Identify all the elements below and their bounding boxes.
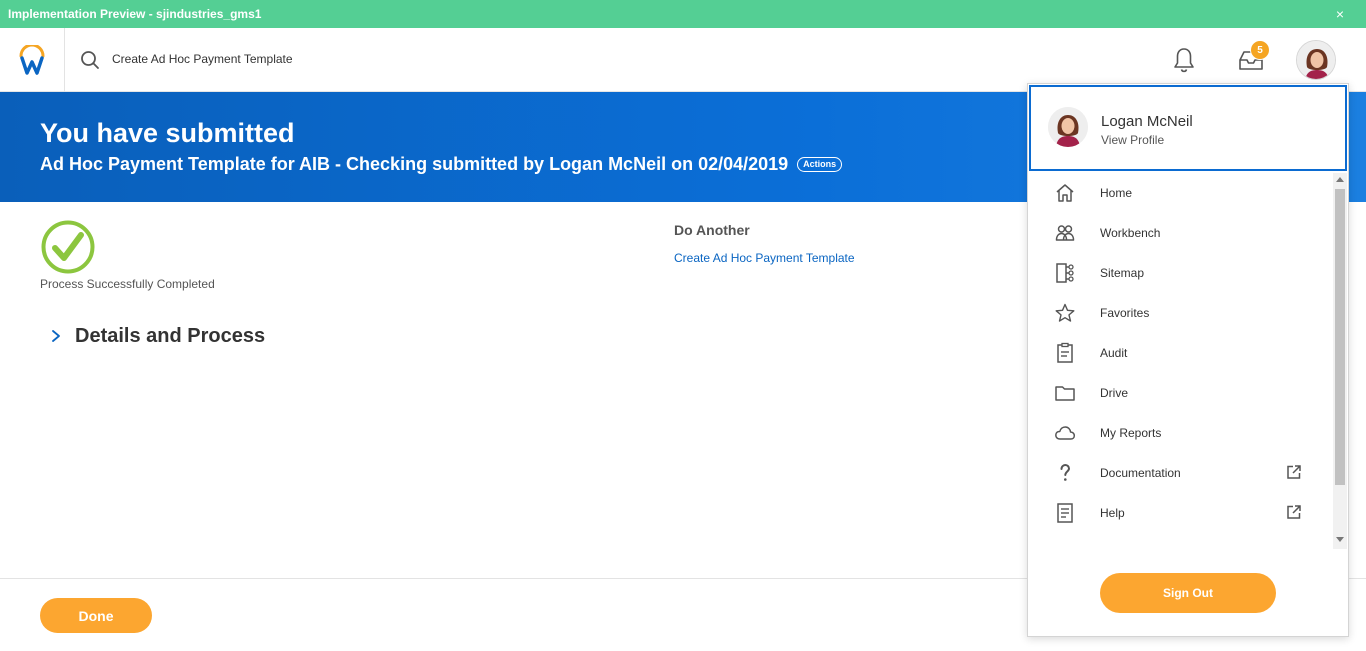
workday-logo[interactable] — [0, 28, 65, 92]
workday-logo-icon — [19, 45, 45, 75]
menu-item-workbench[interactable]: Workbench — [1028, 213, 1333, 253]
document-icon — [1057, 503, 1073, 523]
preview-bar: Implementation Preview - sjindustries_gm… — [0, 0, 1366, 28]
menu-item-label: Favorites — [1100, 306, 1150, 320]
subtitle-text: Ad Hoc Payment Template for AIB - Checki… — [40, 154, 789, 174]
close-icon[interactable]: × — [1336, 6, 1344, 22]
menu-item-label: Home — [1100, 186, 1133, 200]
search-icon[interactable] — [80, 50, 100, 70]
menu-item-label: Help — [1100, 506, 1125, 520]
details-and-process-heading[interactable]: Details and Process — [75, 325, 265, 348]
avatar-portrait-icon — [1297, 41, 1335, 79]
folder-icon — [1055, 386, 1075, 401]
done-button[interactable]: Done — [40, 598, 152, 633]
home-icon — [1056, 184, 1074, 202]
question-icon — [1060, 463, 1071, 481]
menu-item-label: Sitemap — [1100, 266, 1145, 280]
process-status-label: Process Successfully Completed — [40, 277, 215, 291]
user-avatar[interactable] — [1296, 40, 1336, 80]
menu-item-my-reports[interactable]: My Reports — [1028, 413, 1333, 453]
actions-button[interactable]: Actions — [797, 157, 843, 172]
profile-name: Logan McNeil — [1101, 113, 1193, 130]
chevron-right-icon[interactable] — [50, 328, 62, 344]
external-link-icon — [1287, 505, 1301, 519]
scroll-down-arrow-icon[interactable] — [1336, 537, 1344, 542]
menu-item-documentation[interactable]: Documentation — [1028, 453, 1333, 493]
menu-item-drive[interactable]: Drive — [1028, 373, 1333, 413]
profile-avatar — [1048, 107, 1088, 147]
preview-bar-title: Implementation Preview - sjindustries_gm… — [8, 7, 262, 21]
menu-item-label: Audit — [1100, 346, 1128, 360]
people-icon — [1055, 225, 1075, 241]
menu-item-favorites[interactable]: Favorites — [1028, 293, 1333, 333]
menu-scrollbar[interactable] — [1333, 173, 1347, 549]
sign-out-button[interactable]: Sign Out — [1100, 573, 1276, 613]
menu-item-audit[interactable]: Audit — [1028, 333, 1333, 373]
scroll-up-arrow-icon[interactable] — [1336, 177, 1344, 182]
search-input[interactable]: Create Ad Hoc Payment Template — [112, 52, 293, 66]
scroll-thumb[interactable] — [1335, 189, 1345, 485]
menu-item-sitemap[interactable]: Sitemap — [1028, 253, 1333, 293]
do-another-heading: Do Another — [674, 222, 750, 238]
profile-menu: Home Workbench Sitemap Favorites Audit D… — [1028, 173, 1333, 549]
menu-item-label: Drive — [1100, 386, 1129, 400]
menu-item-help[interactable]: Help — [1028, 493, 1333, 533]
menu-item-label: My Reports — [1100, 426, 1162, 440]
profile-portrait-icon — [1048, 107, 1088, 147]
profile-card[interactable]: Logan McNeil View Profile — [1029, 85, 1347, 171]
page-title: You have submitted — [40, 118, 295, 148]
menu-item-label: Documentation — [1100, 466, 1181, 480]
cloud-icon — [1055, 426, 1076, 440]
bell-icon[interactable] — [1172, 46, 1196, 74]
success-check-icon — [41, 220, 95, 274]
page-subtitle: Ad Hoc Payment Template for AIB - Checki… — [40, 154, 843, 175]
clipboard-icon — [1057, 342, 1073, 363]
view-profile-link[interactable]: View Profile — [1101, 133, 1164, 147]
profile-dropdown: Logan McNeil View Profile Home Workbench — [1027, 83, 1349, 637]
star-icon — [1055, 303, 1075, 322]
create-template-link[interactable]: Create Ad Hoc Payment Template — [674, 251, 855, 265]
menu-item-home[interactable]: Home — [1028, 173, 1333, 213]
external-link-icon — [1287, 465, 1301, 479]
inbox-count-badge: 5 — [1250, 40, 1270, 60]
sitemap-icon — [1056, 263, 1074, 283]
menu-item-label: Workbench — [1100, 226, 1161, 240]
